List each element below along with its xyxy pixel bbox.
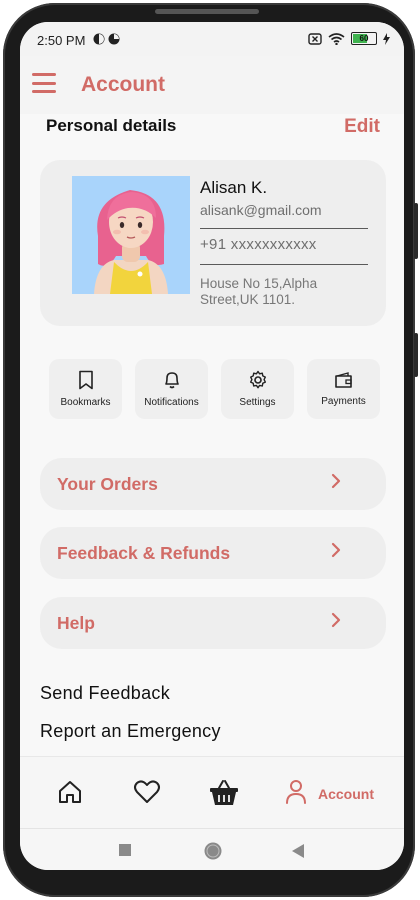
bottom-nav: Account [20, 756, 404, 829]
power-button [414, 333, 418, 377]
bookmarks-label: Bookmarks [60, 397, 111, 408]
bookmark-icon [78, 370, 93, 390]
user-icon[interactable] [285, 779, 307, 805]
chevron-right-icon [331, 542, 341, 558]
bell-icon [164, 372, 179, 389]
help-label: Help [57, 613, 95, 633]
volume-button [414, 203, 418, 259]
divider [200, 264, 368, 265]
page-title: Account [81, 73, 165, 96]
status-time: 2:50 PM [37, 33, 86, 48]
speaker-slot [155, 9, 259, 14]
battery-percent: 60 [359, 34, 369, 43]
wallet-icon [334, 372, 352, 388]
home-icon[interactable] [57, 779, 83, 805]
settings-label: Settings [239, 397, 276, 408]
basket-icon[interactable] [209, 779, 239, 807]
edit-button[interactable]: Edit [344, 116, 380, 138]
heart-icon[interactable] [133, 779, 161, 805]
profile-phone: +91 xxxxxxxxxxx [200, 236, 317, 253]
notifications-label: Notifications [144, 397, 199, 408]
quick-actions: Bookmarks Notifications Settings Payment… [49, 359, 380, 419]
chevron-right-icon [331, 612, 341, 628]
notifications-button[interactable]: Notifications [135, 359, 208, 419]
your-orders-label: Your Orders [57, 474, 158, 494]
close-box-icon [308, 32, 322, 45]
charging-bolt-icon [383, 32, 390, 45]
settings-button[interactable]: Settings [221, 359, 294, 419]
wifi-icon [328, 32, 345, 45]
recents-square-icon[interactable] [118, 843, 132, 857]
battery-icon: 60 [351, 32, 377, 45]
feedback-refunds-label: Feedback & Refunds [57, 543, 231, 563]
divider [200, 228, 368, 229]
avatar [72, 176, 190, 294]
profile-name: Alisan K. [200, 178, 268, 197]
system-nav-bar [20, 828, 404, 870]
profile-address: House No 15,Alpha Street,UK 1101. [200, 276, 318, 307]
feedback-refunds-row[interactable]: Feedback & Refunds [40, 527, 386, 579]
your-orders-row[interactable]: Your Orders [40, 458, 386, 510]
account-nav-label[interactable]: Account [318, 786, 374, 802]
screen: 2:50 PM 60 Account Personal details Edit… [20, 22, 404, 870]
payments-label: Payments [321, 396, 366, 407]
app-header: Account [20, 56, 404, 114]
home-circle-icon[interactable] [203, 841, 223, 861]
payments-button[interactable]: Payments [307, 359, 380, 419]
profile-email: alisank@gmail.com [200, 202, 322, 218]
personal-details-title: Personal details [46, 116, 177, 135]
report-emergency-link[interactable]: Report an Emergency [40, 721, 221, 742]
chevron-right-icon [331, 473, 341, 489]
status-icons: 60 [308, 32, 390, 45]
back-triangle-icon[interactable] [291, 843, 305, 859]
status-bar: 2:50 PM 60 [20, 22, 404, 56]
help-row[interactable]: Help [40, 597, 386, 649]
bookmarks-button[interactable]: Bookmarks [49, 359, 122, 419]
phone-frame: 2:50 PM 60 Account Personal details Edit… [3, 3, 418, 897]
gear-icon [249, 370, 266, 389]
hamburger-icon[interactable] [32, 73, 56, 93]
notification-dot-icon [93, 33, 120, 45]
profile-card: Alisan K. alisank@gmail.com +91 xxxxxxxx… [40, 160, 386, 326]
send-feedback-link[interactable]: Send Feedback [40, 683, 170, 704]
